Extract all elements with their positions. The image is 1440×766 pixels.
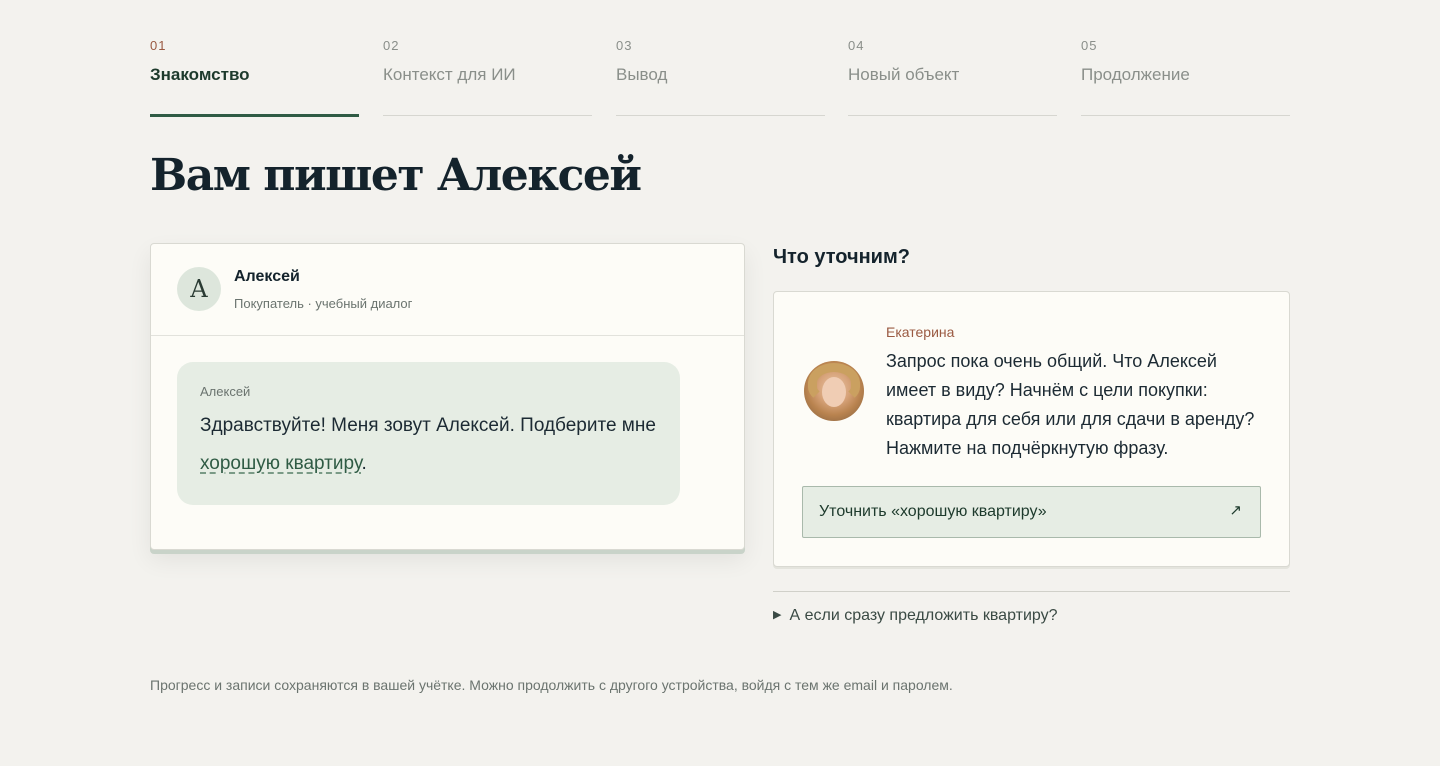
step-progress-bar [150,114,359,117]
contact-subtitle: Покупатель · учебный диалог [234,296,413,311]
chat-card: А Алексей Покупатель · учебный диалог Ал… [150,243,745,550]
arrow-up-right-icon: ↗ [1229,502,1242,519]
step-number: 03 [616,38,633,53]
message-bubble: Алексей Здравствуйте! Меня зовут Алексей… [177,362,680,505]
step-number: 01 [150,38,167,53]
clarify-phrase-button[interactable]: Уточнить «хорошую квартиру» ↗ [802,486,1261,538]
details-label: А если сразу предложить квартиру? [789,607,1058,624]
step-4[interactable]: 04 Новый объект [848,36,1057,116]
clarify-button-label: Уточнить «хорошую квартиру» [819,503,1047,520]
message-text-end: . [361,453,367,474]
step-label: Продолжение [1081,65,1190,84]
step-label: Знакомство [150,65,250,84]
clarify-heading: Что уточним? [773,246,910,268]
step-progress-bar [616,115,825,116]
tutor-message: Запрос пока очень общий. Что Алексей име… [886,351,1255,458]
step-number: 05 [1081,38,1098,53]
tutor-card: Екатерина Запрос пока очень общий. Что А… [773,291,1290,567]
step-progress-bar [1081,115,1290,116]
stepper: 01 Знакомство 02 Контекст для ИИ 03 Выво… [150,36,1290,117]
disclosure-triangle-icon: ▶ [773,609,782,621]
step-label: Контекст для ИИ [383,65,516,84]
step-1[interactable]: 01 Знакомство [150,36,359,117]
message-text-start: Здравствуйте! Меня зовут Алексей. Подбер… [200,415,656,436]
page-title: Вам пишет Алексей [150,150,642,201]
step-number: 02 [383,38,400,53]
step-label: Новый объект [848,65,960,84]
underlined-phrase-link[interactable]: хорошую квартиру [200,453,361,474]
contact-name: Алексей [234,268,300,285]
step-3[interactable]: 03 Вывод [616,36,825,116]
footer-note: Прогресс и записи сохраняются в вашей уч… [150,677,953,693]
divider [773,591,1290,592]
step-progress-bar [848,115,1057,116]
step-number: 04 [848,38,865,53]
avatar: А [177,267,221,311]
offer-immediately-toggle[interactable]: ▶ А если сразу предложить квартиру? [773,607,1058,625]
message-author: Алексей [200,384,251,399]
step-label: Вывод [616,65,668,84]
message-text: Здравствуйте! Меня зовут Алексей. Подбер… [200,407,670,483]
tutor-avatar [804,361,864,421]
step-2[interactable]: 02 Контекст для ИИ [383,36,592,116]
tutor-name: Екатерина [886,324,955,340]
step-progress-bar [383,115,592,116]
step-5[interactable]: 05 Продолжение [1081,36,1290,116]
chat-header: А Алексей Покупатель · учебный диалог [151,244,744,336]
